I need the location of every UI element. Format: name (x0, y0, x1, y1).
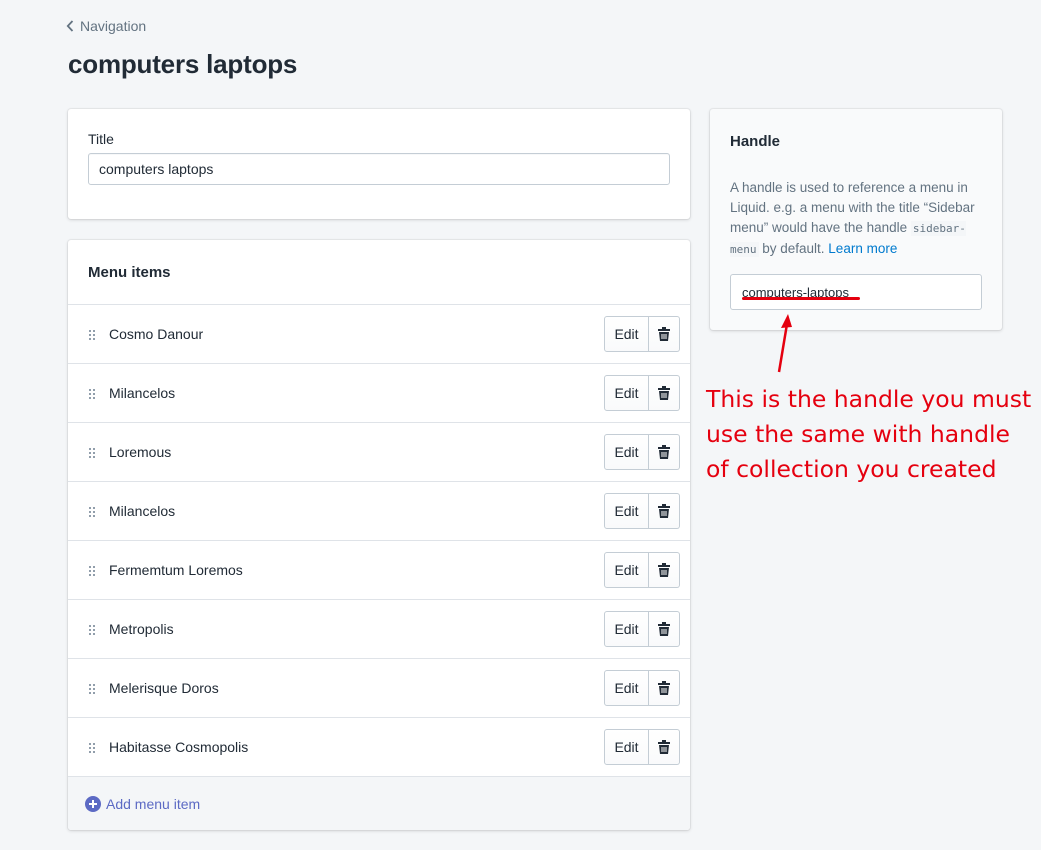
plus-circle-icon (85, 796, 101, 812)
menu-item: Milancelos Edit (68, 482, 690, 541)
menu-item-actions: Edit (604, 316, 680, 352)
delete-button[interactable] (649, 729, 680, 765)
delete-button[interactable] (649, 316, 680, 352)
menu-item-actions: Edit (604, 375, 680, 411)
menu-item: Milancelos Edit (68, 364, 690, 423)
add-menu-item-label: Add menu item (106, 796, 201, 812)
menu-items-heading: Menu items (88, 264, 171, 281)
menu-item: Fermemtum Loremos Edit (68, 541, 690, 600)
menu-item: Metropolis Edit (68, 600, 690, 659)
menu-item-actions: Edit (604, 670, 680, 706)
breadcrumb-label: Navigation (80, 18, 147, 34)
title-card: Title (68, 109, 690, 219)
add-menu-item-row: Add menu item (68, 776, 690, 830)
title-field-label: Title (88, 131, 114, 147)
title-input[interactable] (88, 153, 670, 185)
handle-description: A handle is used to reference a menu in … (730, 178, 986, 260)
delete-button[interactable] (649, 493, 680, 529)
trash-icon (658, 563, 670, 577)
chevron-left-icon (66, 20, 74, 32)
delete-button[interactable] (649, 375, 680, 411)
trash-icon (658, 386, 670, 400)
menu-item-actions: Edit (604, 434, 680, 470)
edit-button[interactable]: Edit (604, 552, 649, 588)
edit-button[interactable]: Edit (604, 434, 649, 470)
menu-item-label: Cosmo Danour (109, 326, 204, 342)
edit-button[interactable]: Edit (604, 493, 649, 529)
drag-handle-icon[interactable] (88, 565, 96, 577)
learn-more-link[interactable]: Learn more (828, 241, 897, 256)
menu-items-card: Menu items Cosmo Danour Edit Milancelos … (68, 240, 690, 830)
menu-item-label: Milancelos (109, 503, 176, 519)
trash-icon (658, 681, 670, 695)
delete-button[interactable] (649, 434, 680, 470)
trash-icon (658, 327, 670, 341)
breadcrumb[interactable]: Navigation (66, 18, 146, 34)
drag-handle-icon[interactable] (88, 683, 96, 695)
trash-icon (658, 740, 670, 754)
menu-item-label: Loremous (109, 444, 172, 460)
edit-button[interactable]: Edit (604, 670, 649, 706)
menu-item-actions: Edit (604, 493, 680, 529)
menu-item-label: Fermemtum Loremos (109, 562, 243, 578)
menu-item-label: Melerisque Doros (109, 680, 219, 696)
delete-button[interactable] (649, 611, 680, 647)
drag-handle-icon[interactable] (88, 388, 96, 400)
add-menu-item-button[interactable]: Add menu item (85, 796, 200, 812)
edit-button[interactable]: Edit (604, 375, 649, 411)
trash-icon (658, 504, 670, 518)
handle-input[interactable] (730, 274, 982, 310)
menu-item: Loremous Edit (68, 423, 690, 482)
annotation-note: This is the handle you must use the same… (706, 385, 1032, 483)
drag-handle-icon[interactable] (88, 329, 96, 341)
delete-button[interactable] (649, 670, 680, 706)
menu-item-actions: Edit (604, 729, 680, 765)
annotation-underline (742, 297, 860, 300)
drag-handle-icon[interactable] (88, 742, 96, 754)
edit-button[interactable]: Edit (604, 316, 649, 352)
handle-description-text-end: by default. (758, 241, 829, 256)
drag-handle-icon[interactable] (88, 624, 96, 636)
edit-button[interactable]: Edit (604, 611, 649, 647)
drag-handle-icon[interactable] (88, 447, 96, 459)
menu-item-actions: Edit (604, 611, 680, 647)
drag-handle-icon[interactable] (88, 506, 96, 518)
menu-item-actions: Edit (604, 552, 680, 588)
menu-item: Melerisque Doros Edit (68, 659, 690, 718)
trash-icon (658, 445, 670, 459)
handle-heading: Handle (730, 133, 781, 150)
menu-item-label: Metropolis (109, 621, 174, 637)
annotation-arrow-icon (777, 314, 792, 373)
edit-button[interactable]: Edit (604, 729, 649, 765)
page-title: computers laptops (68, 49, 298, 79)
menu-item: Habitasse Cosmopolis Edit (68, 718, 690, 777)
menu-item: Cosmo Danour Edit (68, 305, 690, 364)
menu-item-label: Milancelos (109, 385, 176, 401)
delete-button[interactable] (649, 552, 680, 588)
trash-icon (658, 622, 670, 636)
menu-items-list: Cosmo Danour Edit Milancelos Edit Loremo… (68, 304, 690, 777)
menu-item-label: Habitasse Cosmopolis (109, 739, 249, 755)
